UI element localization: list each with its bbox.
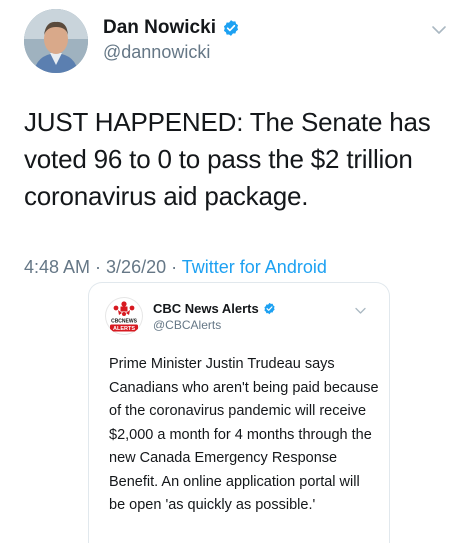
verified-badge-icon — [223, 20, 239, 36]
tweet-text: JUST HAPPENED: The Senate has voted 96 t… — [24, 107, 431, 211]
meta-separator: · — [166, 257, 182, 277]
chevron-down-icon[interactable] — [355, 307, 366, 315]
author-avatar[interactable] — [24, 9, 88, 73]
tweet-metadata: 4:48 AM · 3/26/20 · Twitter for Android — [24, 257, 327, 278]
quoted-tweet-card[interactable]: CBCNEWS ALERTS CBC News Alerts @CBCAlert… — [88, 282, 390, 543]
tweet-time[interactable]: 4:48 AM — [24, 257, 90, 277]
author-handle[interactable]: @dannowicki — [103, 42, 210, 63]
tweet-source-link[interactable]: Twitter for Android — [182, 257, 327, 277]
chevron-down-icon[interactable] — [431, 24, 447, 36]
verified-badge-icon — [264, 302, 275, 315]
cbc-gem-logo[interactable]: CBCNEWS ALERTS — [105, 297, 143, 335]
quoted-author-name-row[interactable]: CBC News Alerts — [153, 301, 276, 316]
quoted-author-name[interactable]: CBC News Alerts — [153, 301, 259, 316]
author-name[interactable]: Dan Nowicki — [103, 17, 216, 39]
tweet-date[interactable]: 3/26/20 — [106, 257, 166, 277]
meta-separator: · — [90, 257, 107, 277]
cbc-logo-text: CBCNEWS — [111, 319, 137, 325]
quoted-tweet-text: Prime Minister Justin Trudeau says Canad… — [109, 356, 379, 513]
cbc-alerts-text: ALERTS — [113, 326, 135, 332]
quoted-author-handle[interactable]: @CBCAlerts — [153, 318, 221, 332]
author-name-row[interactable]: Dan Nowicki — [103, 17, 240, 39]
